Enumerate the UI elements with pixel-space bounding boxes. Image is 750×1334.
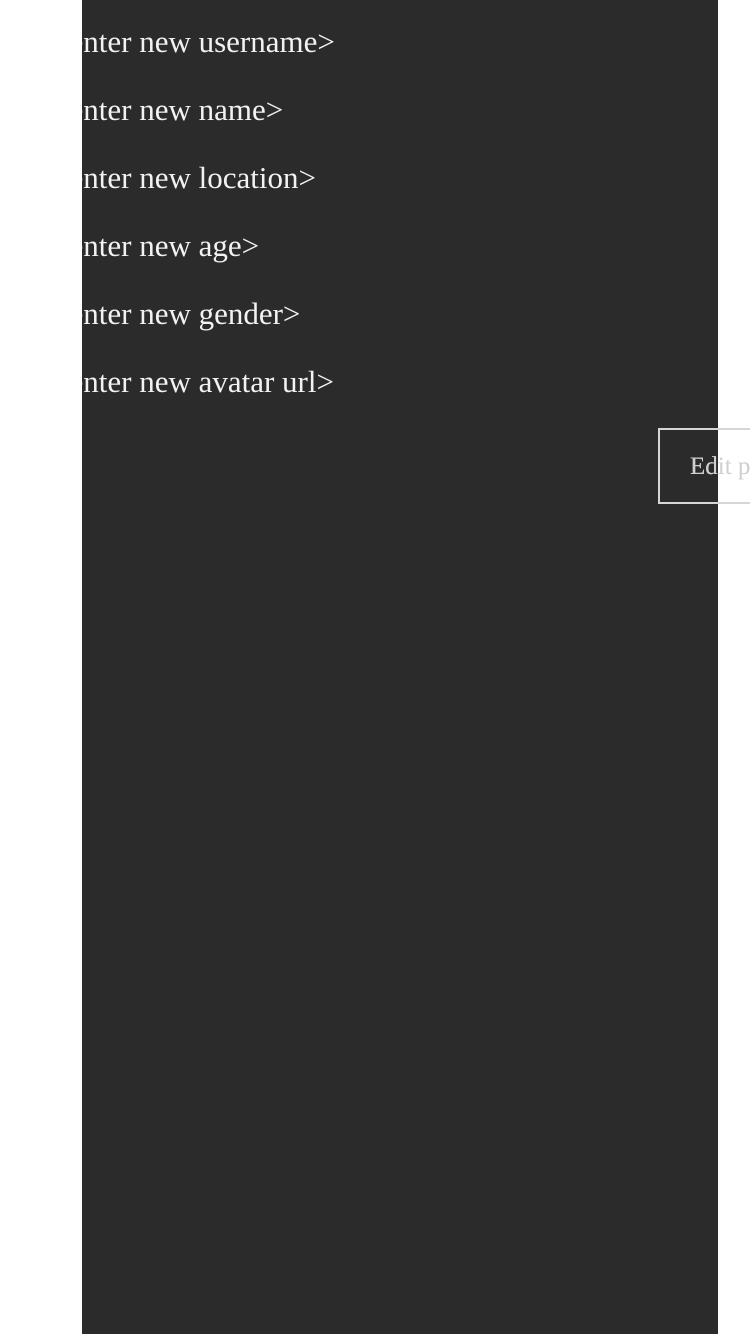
name-field[interactable]: <enter new name> — [82, 90, 283, 130]
username-field[interactable]: <enter new username> — [82, 22, 335, 62]
location-field[interactable]: <enter new location> — [82, 158, 316, 198]
edit-profile-button-label-overflow: Edit profile — [690, 453, 750, 480]
avatar-url-field[interactable]: <enter new avatar url> — [82, 362, 334, 402]
age-field[interactable]: <enter new age> — [82, 226, 259, 266]
edit-profile-screen: <enter new username> <enter new name> <e… — [0, 0, 750, 1334]
edit-profile-button-overflow: Edit profile — [690, 430, 750, 502]
edit-profile-panel: <enter new username> <enter new name> <e… — [82, 0, 718, 1334]
edit-profile-button[interactable]: Edit profile Edit profile — [658, 428, 750, 504]
gender-field[interactable]: <enter new gender> — [82, 294, 300, 334]
